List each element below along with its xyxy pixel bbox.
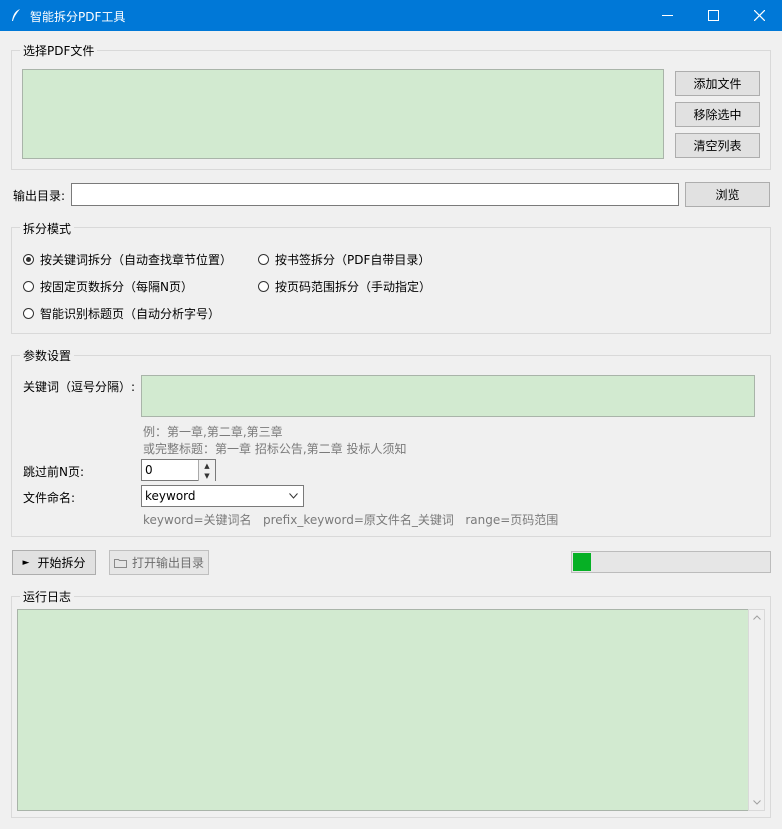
file-naming-select[interactable]: keyword — [141, 485, 304, 507]
play-icon: ► — [22, 557, 30, 568]
file-naming-label: 文件命名: — [23, 491, 76, 505]
file-naming-hint: keyword=关键词名 prefix_keyword=原文件名_关键词 ran… — [143, 513, 559, 527]
add-file-button[interactable]: 添加文件 — [675, 71, 760, 96]
radio-fixed-pages-split[interactable]: 按固定页数拆分（每隔N页） — [23, 278, 193, 295]
radio-label: 按固定页数拆分（每隔N页） — [40, 280, 193, 294]
progress-fill — [573, 553, 591, 571]
radio-smart-title-split[interactable]: 智能识别标题页（自动分析字号） — [23, 305, 220, 322]
clear-list-button[interactable]: 清空列表 — [675, 133, 760, 158]
radio-indicator — [23, 281, 34, 292]
open-output-button[interactable]: 打开输出目录 — [109, 550, 209, 575]
radio-bookmark-split[interactable]: 按书签拆分（PDF自带目录） — [258, 251, 430, 268]
chevron-down-icon: ▼ — [204, 471, 210, 480]
spin-down-button[interactable]: ▼ — [198, 470, 215, 481]
split-mode-label: 拆分模式 — [20, 220, 75, 237]
keyword-label: 关键词（逗号分隔）: — [23, 380, 136, 394]
output-dir-input[interactable] — [71, 183, 679, 206]
log-scrollbar[interactable] — [748, 609, 765, 811]
title-bar: 智能拆分PDF工具 — [0, 0, 782, 31]
chevron-down-icon — [753, 800, 761, 805]
skip-pages-spinbox[interactable]: 0 ▲ ▼ — [141, 459, 216, 481]
log-textarea[interactable] — [17, 609, 748, 811]
minimize-icon — [661, 15, 673, 16]
open-output-label: 打开输出目录 — [131, 556, 204, 570]
maximize-button[interactable] — [690, 0, 736, 31]
folder-icon — [113, 558, 127, 568]
window-title: 智能拆分PDF工具 — [30, 10, 126, 24]
params-label: 参数设置 — [20, 347, 75, 364]
start-split-button[interactable]: ► 开始拆分 — [12, 550, 96, 575]
radio-indicator — [23, 254, 34, 265]
radio-indicator — [258, 281, 269, 292]
radio-indicator — [258, 254, 269, 265]
keyword-hint-line2: 或完整标题：第一章 招标公告,第二章 投标人须知 — [143, 442, 407, 456]
file-listbox[interactable] — [22, 69, 664, 159]
skip-pages-label: 跳过前N页: — [23, 465, 85, 479]
output-dir-label: 输出目录: — [13, 189, 66, 203]
radio-keyword-split[interactable]: 按关键词拆分（自动查找章节位置） — [23, 251, 232, 268]
log-label: 运行日志 — [20, 588, 75, 605]
radio-indicator — [23, 308, 34, 319]
file-naming-value: keyword — [145, 489, 196, 503]
remove-selected-button[interactable]: 移除选中 — [675, 102, 760, 127]
chevron-down-icon — [289, 493, 298, 499]
skip-pages-value: 0 — [145, 463, 153, 477]
radio-page-range-split[interactable]: 按页码范围拆分（手动指定） — [258, 278, 431, 295]
chevron-up-icon: ▲ — [204, 461, 210, 470]
chevron-up-icon — [753, 615, 761, 620]
keyword-textarea[interactable] — [141, 375, 755, 417]
close-icon — [753, 10, 765, 21]
file-select-label: 选择PDF文件 — [20, 42, 98, 59]
radio-label: 按关键词拆分（自动查找章节位置） — [40, 253, 233, 267]
radio-label: 智能识别标题页（自动分析字号） — [40, 307, 221, 321]
minimize-button[interactable] — [644, 0, 690, 31]
progress-bar — [571, 551, 771, 573]
radio-label: 按页码范围拆分（手动指定） — [275, 280, 432, 294]
feather-icon — [12, 9, 20, 21]
keyword-hint-line1: 例：第一章,第二章,第三章 — [143, 425, 283, 439]
start-split-label: 开始拆分 — [37, 556, 86, 570]
maximize-icon — [707, 10, 719, 21]
browse-button[interactable]: 浏览 — [685, 182, 770, 207]
radio-label: 按书签拆分（PDF自带目录） — [275, 253, 431, 267]
close-button[interactable] — [736, 0, 782, 31]
